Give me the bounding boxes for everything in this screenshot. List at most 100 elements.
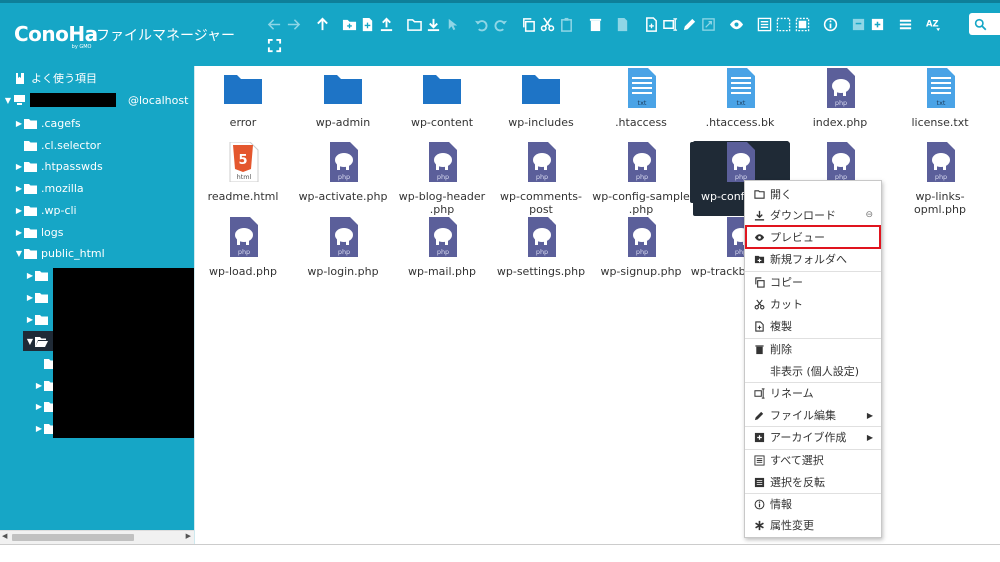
- scroll-left-icon[interactable]: ◀: [2, 532, 7, 540]
- forward-arrow-icon[interactable]: [285, 15, 301, 33]
- sidebar-item-wp-cli[interactable]: ▶ .wp-cli: [14, 200, 77, 220]
- sort-icon[interactable]: AZ: [925, 15, 941, 33]
- sidebar-item-favorites[interactable]: よく使う項目: [14, 68, 97, 88]
- undo-icon[interactable]: [473, 15, 489, 33]
- menu-item-edit-file[interactable]: ファイル編集 ▶: [745, 405, 881, 425]
- sidebar-item-cl-selector[interactable]: .cl.selector: [24, 135, 101, 155]
- file-item[interactable]: wp-admin: [293, 68, 393, 129]
- caret-right-icon[interactable]: ▶: [14, 228, 24, 237]
- menu-item-open[interactable]: 開く: [745, 184, 881, 204]
- info-icon[interactable]: [822, 15, 838, 33]
- file-item[interactable]: php wp-config-sample .php: [591, 142, 691, 216]
- copy-icon[interactable]: [520, 15, 536, 33]
- select-none-icon[interactable]: [775, 15, 791, 33]
- file-item[interactable]: php wp-links-opml.php: [890, 142, 990, 216]
- menu-item-label: 開く: [770, 188, 792, 201]
- caret-right-icon[interactable]: ▶: [34, 424, 44, 433]
- menu-item-new-folder[interactable]: 新規フォルダへ: [745, 249, 881, 269]
- caret-right-icon[interactable]: ▶: [14, 162, 24, 171]
- sidebar-subfolder-selected[interactable]: ▼: [23, 331, 53, 351]
- conoha-logo[interactable]: ConoHa by GMO: [14, 22, 98, 50]
- up-arrow-icon[interactable]: [314, 15, 330, 33]
- extract-icon[interactable]: [850, 15, 866, 33]
- file-item[interactable]: php wp-signup.php: [591, 217, 691, 278]
- new-folder-icon[interactable]: [341, 15, 357, 33]
- file-item[interactable]: php wp-activate.php: [293, 142, 393, 203]
- sidebar-item-label: よく使う項目: [31, 72, 97, 85]
- caret-right-icon[interactable]: ▶: [25, 315, 35, 324]
- file-item[interactable]: txt license.txt: [890, 68, 990, 129]
- menu-item-download[interactable]: ダウンロード ⊖: [745, 205, 881, 225]
- file-item[interactable]: php wp-login.php: [293, 217, 393, 278]
- menu-item-change-attributes[interactable]: 属性変更: [745, 515, 881, 535]
- cursor-icon[interactable]: [444, 15, 460, 33]
- caret-right-icon[interactable]: ▶: [14, 206, 24, 215]
- menu-item-select-all[interactable]: すべて選択: [745, 450, 881, 470]
- sidebar-item-cagefs[interactable]: ▶ .cagefs: [14, 113, 81, 133]
- back-arrow-icon[interactable]: [266, 15, 282, 33]
- scroll-right-icon[interactable]: ▶: [186, 532, 191, 540]
- paste-icon[interactable]: [558, 15, 574, 33]
- open-folder-icon[interactable]: [406, 15, 422, 33]
- file-item[interactable]: php index.php: [790, 68, 890, 129]
- scrollbar-thumb[interactable]: [12, 534, 134, 541]
- redo-icon[interactable]: [492, 15, 508, 33]
- sidebar-item-public-html[interactable]: ▼ public_html: [14, 243, 105, 263]
- file-item[interactable]: php wp-load.php: [193, 217, 293, 278]
- sidebar-subfolder[interactable]: ▶: [25, 287, 52, 307]
- trash-icon[interactable]: [587, 15, 603, 33]
- caret-down-icon[interactable]: ▼: [3, 96, 13, 105]
- menu-item-info[interactable]: 情報: [745, 494, 881, 514]
- scissors-icon[interactable]: [539, 15, 555, 33]
- duplicate-icon[interactable]: [643, 15, 659, 33]
- sidebar-subfolder[interactable]: ▶: [25, 265, 52, 285]
- file-item[interactable]: error: [193, 68, 293, 129]
- sidebar-horizontal-scrollbar[interactable]: ◀ ▶: [0, 530, 194, 544]
- download-icon[interactable]: [425, 15, 441, 33]
- file-item[interactable]: 5 html readme.html: [193, 141, 293, 203]
- select-all-icon[interactable]: [756, 15, 772, 33]
- resize-icon[interactable]: [700, 15, 716, 33]
- file-item[interactable]: wp-content: [392, 68, 492, 129]
- empty-file-icon[interactable]: [614, 15, 630, 33]
- sidebar-subfolder[interactable]: ▶: [25, 309, 52, 329]
- file-item[interactable]: phpwp-comments-post .php: [491, 142, 591, 229]
- list-view-icon[interactable]: [897, 15, 913, 33]
- menu-item-delete[interactable]: 削除: [745, 339, 881, 359]
- sidebar-item-htpasswds[interactable]: ▶ .htpasswds: [14, 156, 103, 176]
- archive-icon[interactable]: [869, 15, 885, 33]
- upload-icon[interactable]: [378, 15, 394, 33]
- menu-item-hide[interactable]: 非表示 (個人設定): [745, 361, 881, 381]
- menu-item-rename[interactable]: リネーム: [745, 383, 881, 403]
- rename-icon[interactable]: [662, 15, 678, 33]
- file-item[interactable]: txt .htaccess.bk: [690, 68, 790, 129]
- menu-item-create-archive[interactable]: アーカイブ作成 ▶: [745, 427, 881, 447]
- file-item[interactable]: txt .htaccess: [591, 68, 691, 129]
- file-item[interactable]: php wp-settings.php: [491, 217, 591, 278]
- search-button[interactable]: [969, 13, 1000, 35]
- file-item[interactable]: php wp-mail.php: [392, 217, 492, 278]
- new-file-icon[interactable]: [359, 15, 375, 33]
- caret-right-icon[interactable]: ▶: [34, 381, 44, 390]
- caret-down-icon[interactable]: ▼: [25, 337, 35, 346]
- caret-right-icon[interactable]: ▶: [14, 184, 24, 193]
- eye-icon[interactable]: [728, 15, 744, 33]
- menu-item-cut[interactable]: カット: [745, 294, 881, 314]
- caret-right-icon[interactable]: ▶: [25, 293, 35, 302]
- pencil-icon[interactable]: [681, 15, 697, 33]
- file-item[interactable]: php wp-blog-header .php: [392, 142, 492, 216]
- invert-selection-icon[interactable]: [794, 15, 810, 33]
- caret-right-icon[interactable]: ▶: [25, 271, 35, 280]
- menu-item-duplicate[interactable]: 複製: [745, 316, 881, 336]
- caret-down-icon[interactable]: ▼: [14, 249, 24, 258]
- folder-icon: [35, 292, 48, 303]
- menu-item-label: ダウンロード: [770, 209, 836, 222]
- menu-item-invert-selection[interactable]: 選択を反転: [745, 472, 881, 492]
- fullscreen-icon[interactable]: [266, 36, 282, 54]
- sidebar-item-logs[interactable]: ▶ logs: [14, 222, 64, 242]
- sidebar-item-mozilla[interactable]: ▶ .mozilla: [14, 178, 84, 198]
- caret-right-icon[interactable]: ▶: [14, 119, 24, 128]
- file-item[interactable]: wp-includes: [491, 68, 591, 129]
- caret-right-icon[interactable]: ▶: [34, 402, 44, 411]
- menu-item-copy[interactable]: コピー: [745, 272, 881, 292]
